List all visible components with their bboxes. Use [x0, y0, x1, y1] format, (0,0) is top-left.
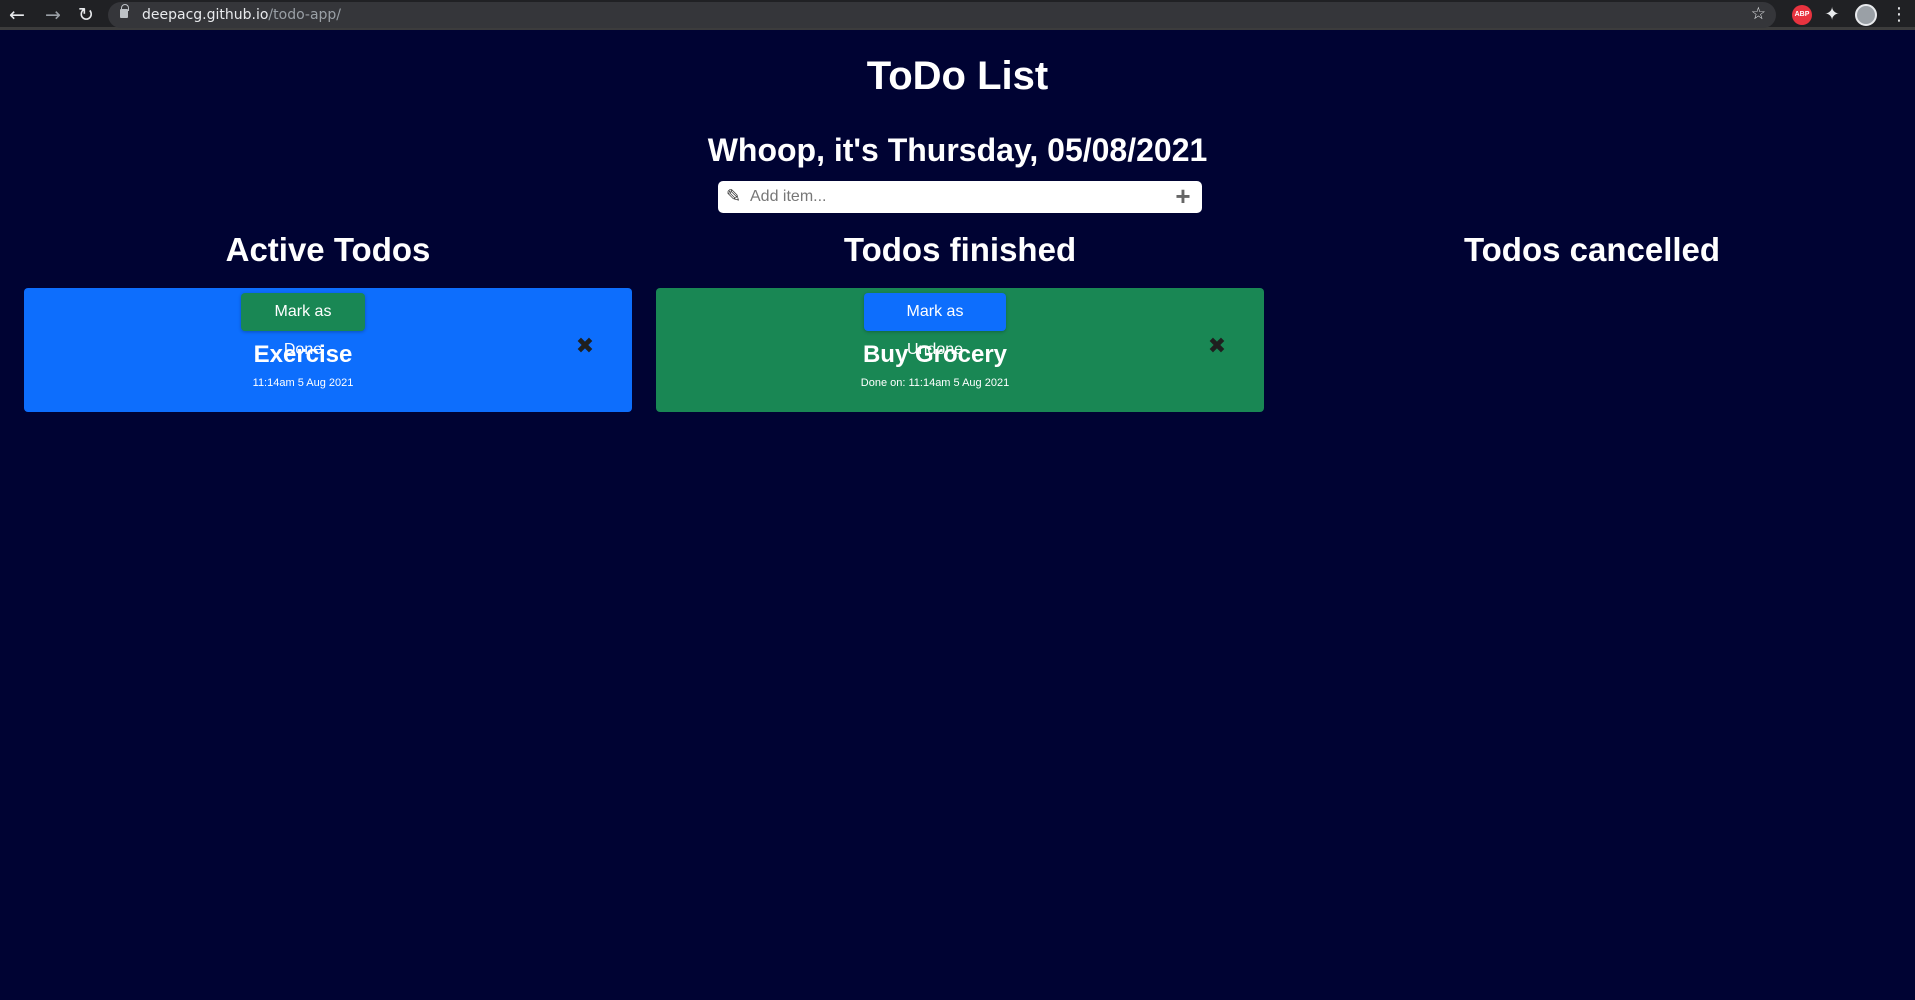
url-host: deepacg.github.io [142, 7, 269, 23]
active-todos-heading: Active Todos [225, 231, 431, 268]
todo-title: Exercise [253, 341, 353, 368]
mark-as-undone-button[interactable]: Mark as Undone [864, 293, 1006, 358]
profile-icon[interactable] [1855, 4, 1877, 26]
browser-toolbar: ← → ↻ deepacg.github.io/todo-app/ ☆ ABP … [0, 0, 1915, 30]
todo-timestamp: 11:14am 5 Aug 2021 [252, 377, 354, 389]
mark-as-done-button[interactable]: Mark as Done [241, 293, 365, 358]
todo-done-timestamp: Done on: 11:14am 5 Aug 2021 [860, 377, 1010, 389]
forward-arrow-icon[interactable]: → [42, 4, 64, 26]
close-icon[interactable]: ✖ [1206, 336, 1228, 358]
page-title: ToDo List [866, 54, 1049, 98]
adblock-icon[interactable]: ABP [1792, 5, 1812, 25]
extensions-icon[interactable]: ✦ [1822, 5, 1842, 25]
close-icon[interactable]: ✖ [574, 336, 596, 358]
reload-icon[interactable]: ↻ [75, 4, 97, 26]
plus-icon[interactable]: + [1172, 183, 1194, 209]
star-icon[interactable]: ☆ [1751, 4, 1766, 24]
todo-title: Buy Grocery [862, 341, 1008, 368]
finished-todos-heading: Todos finished [843, 231, 1077, 268]
url-text[interactable]: deepacg.github.io/todo-app/ [142, 7, 341, 23]
add-item-input[interactable] [750, 184, 1150, 210]
menu-icon[interactable]: ⋮ [1890, 5, 1908, 25]
back-arrow-icon[interactable]: ← [6, 4, 28, 26]
active-todo-card: Mark as Done Exercise 11:14am 5 Aug 2021… [24, 288, 632, 412]
lock-icon[interactable] [120, 4, 129, 18]
finished-todo-card: Mark as Undone Buy Grocery Done on: 11:1… [656, 288, 1264, 412]
date-greeting: Whoop, it's Thursday, 05/08/2021 [707, 132, 1208, 168]
cancelled-todos-heading: Todos cancelled [1463, 231, 1721, 268]
pencil-icon: ✎ [726, 186, 742, 207]
address-bar[interactable]: deepacg.github.io/todo-app/ ☆ [108, 2, 1776, 28]
url-path: /todo-app/ [268, 7, 342, 23]
add-item-bar: ✎ + [718, 181, 1202, 213]
